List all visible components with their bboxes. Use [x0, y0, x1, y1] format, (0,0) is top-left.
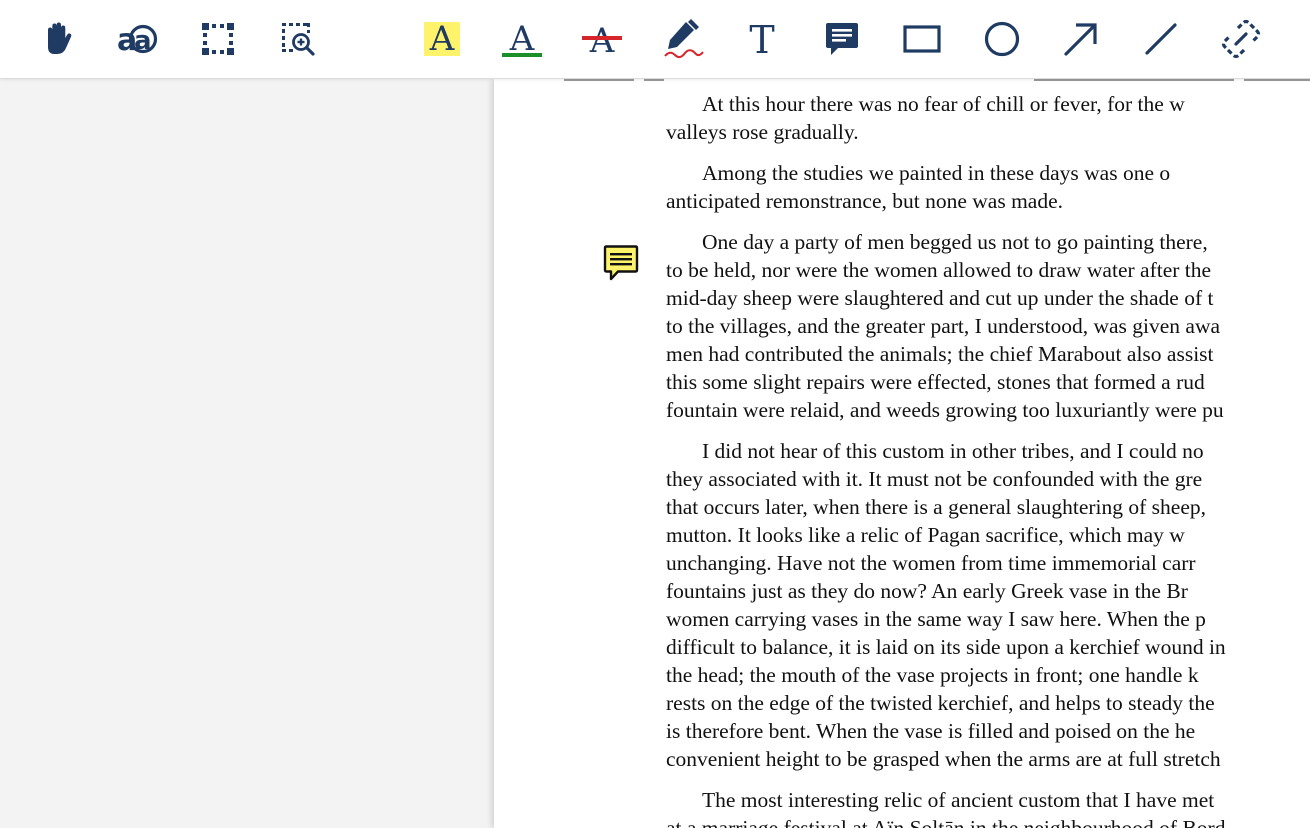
text-line: unchanging. Have not the women from time… — [666, 551, 1196, 575]
text-line: this some slight repairs were effected, … — [666, 370, 1205, 394]
text-line: One day a party of men begged us not to … — [702, 230, 1208, 254]
pan-tool-button[interactable] — [33, 14, 83, 64]
text-line: anticipated remonstrance, but none was m… — [666, 189, 1064, 213]
paragraph-1: At this hour there was no fear of chill … — [666, 90, 1310, 146]
sticky-note-annotation[interactable] — [602, 245, 640, 283]
text-line: rests on the edge of the twisted kerchie… — [666, 691, 1215, 715]
hand-icon — [48, 22, 72, 54]
link-icon — [1221, 19, 1261, 59]
text-line: to the villages, and the greater part, I… — [666, 314, 1221, 338]
text-line: at a marriage festival at Aïn Soltān in … — [666, 816, 1226, 828]
circle-icon — [984, 21, 1020, 57]
document-page: At this hour there was no fear of chill … — [494, 79, 1310, 828]
text-line: At this hour there was no fear of chill … — [702, 92, 1185, 116]
text-line: the head; the mouth of the vase projects… — [666, 663, 1199, 687]
freehand-tool-button[interactable] — [658, 14, 708, 64]
paragraph-5: The most interesting relic of ancient cu… — [666, 786, 1310, 828]
rectangle-icon — [903, 25, 941, 53]
text-line: I did not hear of this custom in other t… — [702, 439, 1204, 463]
paragraph-3: One day a party of men begged us not to … — [666, 228, 1310, 424]
text-line: The most interesting relic of ancient cu… — [702, 788, 1215, 812]
highlight-tool-button[interactable]: A — [417, 14, 467, 64]
sticky-note-icon — [603, 245, 639, 281]
free-text-tool-button[interactable]: T — [737, 14, 787, 64]
sticky-note-tool-button[interactable] — [817, 14, 867, 64]
text-line: Among the studies we painted in these da… — [702, 161, 1171, 185]
underline-text-icon: A — [502, 19, 542, 59]
underline-tool-button[interactable]: A — [497, 14, 547, 64]
highlight-text-icon: A — [424, 19, 460, 59]
text-line: they associated with it. It must not be … — [666, 467, 1203, 491]
marquee-icon — [202, 23, 234, 55]
text-line: mid-day sheep were slaughtered and cut u… — [666, 286, 1214, 310]
sidebar-panel — [0, 79, 494, 828]
text-line: that occurs later, when there is a gener… — [666, 495, 1207, 519]
arrow-tool-button[interactable] — [1056, 14, 1106, 64]
arrow-icon — [1064, 23, 1097, 56]
annotation-toolbar: a a A A T — [0, 0, 1310, 79]
ellipse-tool-button[interactable] — [977, 14, 1027, 64]
svg-text:a: a — [134, 26, 152, 56]
text-line: is therefore bent. When the vase is fill… — [666, 719, 1196, 743]
text-line: convenient height to be grasped when the… — [666, 747, 1221, 771]
document-text: At this hour there was no fear of chill … — [666, 90, 1310, 828]
rectangle-tool-button[interactable] — [897, 14, 947, 64]
area-select-tool-button[interactable] — [193, 14, 243, 64]
free-text-glyph: T — [749, 19, 774, 59]
text-line: to be held, nor were the women allowed t… — [666, 258, 1212, 282]
comment-icon — [826, 23, 858, 55]
pen-icon — [664, 19, 704, 59]
page-top-text-remnant — [554, 79, 1310, 82]
text-line: valleys rose gradually. — [666, 120, 859, 144]
text-select-icon: a a — [117, 23, 158, 56]
text-icon: T — [749, 19, 774, 59]
strikeout-tool-button[interactable]: A — [577, 14, 627, 64]
text-line: women carrying vases in the same way I s… — [666, 607, 1206, 631]
text-line: difficult to balance, it is laid on its … — [666, 635, 1226, 659]
text-line: fountain were relaid, and weeds growing … — [666, 398, 1224, 422]
paragraph-2: Among the studies we painted in these da… — [666, 159, 1310, 215]
zoom-area-icon — [282, 23, 315, 56]
line-tool-button[interactable] — [1136, 14, 1186, 64]
link-tool-button[interactable] — [1216, 14, 1266, 64]
text-line: fountains just as they do now? An early … — [666, 579, 1188, 603]
strikeout-text-icon: A — [582, 21, 622, 59]
text-line: mutton. It looks like a relic of Pagan s… — [666, 523, 1185, 547]
zoom-area-tool-button[interactable] — [273, 14, 323, 64]
text-select-tool-button[interactable]: a a — [113, 14, 163, 64]
text-line: men had contributed the animals; the chi… — [666, 342, 1214, 366]
highlight-glyph: A — [429, 19, 455, 59]
line-icon — [1145, 23, 1177, 55]
paragraph-4: I did not hear of this custom in other t… — [666, 437, 1310, 773]
